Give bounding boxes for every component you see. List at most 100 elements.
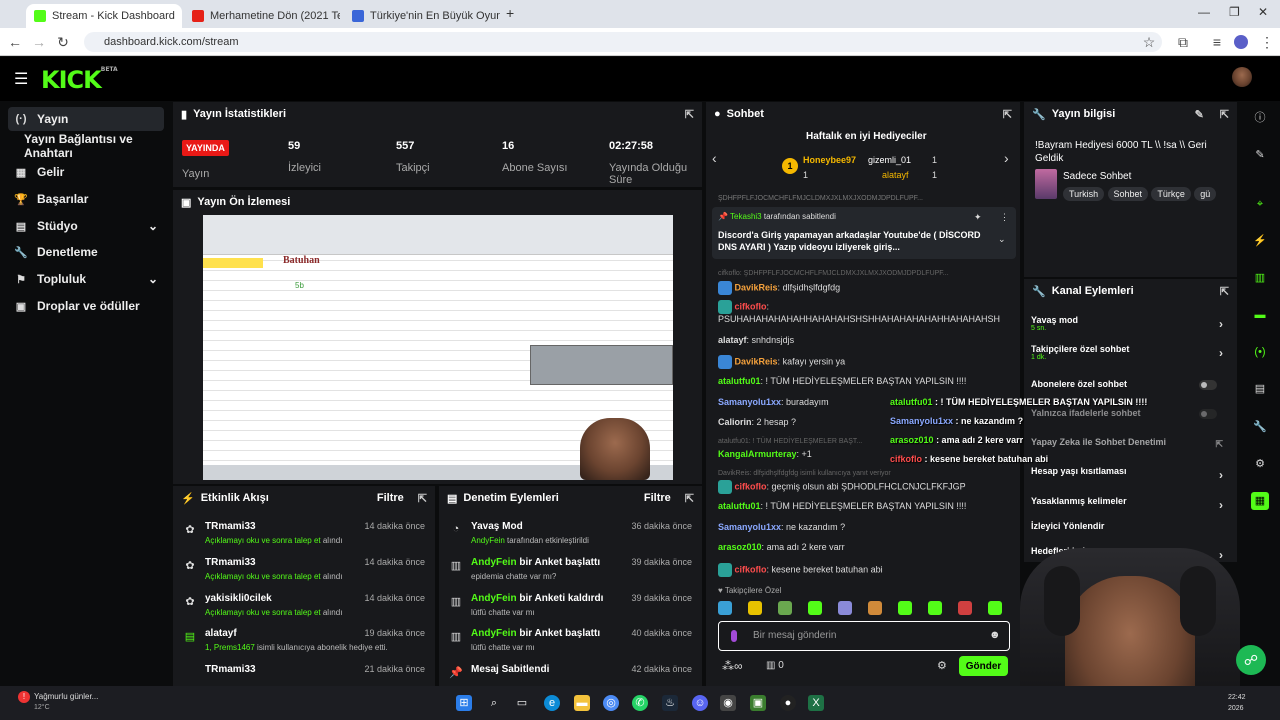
slow-mode-row[interactable]: Yavaş mod 5 sn. › (1031, 315, 1227, 337)
more-options-icon[interactable]: ⋮ (1000, 212, 1009, 223)
gear-icon[interactable]: ⚙ (1251, 455, 1269, 473)
emote-icon[interactable] (898, 601, 912, 615)
popout-icon[interactable]: ⇱ (418, 492, 427, 505)
file-explorer-icon[interactable]: ▬ (574, 695, 590, 711)
emote-icon[interactable] (778, 601, 792, 615)
gifter-name[interactable]: gizemli_01 (868, 155, 911, 165)
chat-username[interactable]: DavikReis (735, 356, 778, 366)
tag[interactable]: Sohbet (1107, 187, 1149, 201)
chat-username[interactable]: atalutfu01 (718, 376, 761, 386)
subscribers-only-row[interactable]: Abonelere özel sohbet (1031, 379, 1227, 393)
sidebar-item-studio[interactable]: ▤ Stüdyo ⌄ (8, 214, 164, 238)
start-menu-icon[interactable]: ⊞ (456, 695, 472, 711)
discord-icon[interactable]: ☺ (692, 695, 708, 711)
subscribers-only-toggle[interactable] (1199, 380, 1217, 390)
layout-icon[interactable]: ▤ (1251, 380, 1269, 398)
emote-icon[interactable] (718, 601, 732, 615)
filter-button[interactable]: Filtre (644, 492, 671, 504)
chat-username[interactable]: Samanyolu1xx (718, 522, 781, 532)
banned-words-row[interactable]: Yasaklanmış kelimeler › (1031, 496, 1227, 512)
close-window-button[interactable]: ✕ (1258, 5, 1268, 19)
add-widget-icon[interactable]: ▦ (1251, 492, 1269, 510)
sidebar-item-stream-key[interactable]: Yayın Bağlantısı ve Anahtarı (18, 132, 170, 160)
chat-input-box[interactable]: Bir mesaj gönderin ☻ (718, 621, 1010, 651)
chat-username[interactable]: KangalArmurteray (718, 449, 797, 459)
popout-icon[interactable]: ⇱ (685, 492, 694, 505)
steam-icon[interactable]: ♨ (662, 695, 678, 711)
back-icon[interactable]: ← (6, 34, 24, 50)
broadcast-icon[interactable]: (•) (1251, 343, 1269, 361)
chat-username[interactable]: cifkoflo (735, 481, 767, 491)
profile-avatar[interactable] (1234, 35, 1248, 49)
chevron-left-icon[interactable]: ‹ (712, 150, 717, 166)
points-display[interactable]: ▥ 0 (766, 660, 784, 671)
emote-icon[interactable] (808, 601, 822, 615)
bookmark-star-icon[interactable]: ☆ (1140, 34, 1158, 51)
sidebar-item-community[interactable]: ⚑ Topluluk ⌄ (8, 267, 164, 291)
task-view-icon[interactable]: ▭ (514, 695, 530, 711)
emote-icon[interactable] (958, 601, 972, 615)
clip-icon[interactable]: ⌖ (1251, 195, 1269, 213)
whatsapp-icon[interactable]: ✆ (632, 695, 648, 711)
lightning-icon[interactable]: ⚡ (1251, 232, 1269, 250)
minecraft-icon[interactable]: ▣ (750, 695, 766, 711)
sidebar-item-stream[interactable]: (·) Yayın (8, 107, 164, 131)
gifter-name[interactable]: Honeybee97 (803, 155, 856, 165)
chat-username[interactable]: Caliorin (718, 417, 752, 427)
browser-tab[interactable]: Merhametine Dön (2021 Te ✕ (184, 4, 340, 28)
chrome-icon[interactable]: ◎ (603, 695, 619, 711)
chat-username[interactable]: arasoz010 (718, 542, 762, 552)
popout-icon[interactable]: ⇱ (685, 108, 694, 121)
obs-icon[interactable]: ◉ (720, 695, 736, 711)
reload-icon[interactable]: ↻ (54, 34, 72, 51)
chat-username[interactable]: cifkoflo (735, 301, 767, 311)
browser-tab-active[interactable]: Stream - Kick Dashboard ✕ (26, 4, 182, 28)
chat-username[interactable]: atalutfu01 (718, 501, 761, 511)
app-icon[interactable]: ● (780, 695, 796, 711)
emote-icon[interactable] (928, 601, 942, 615)
forward-icon[interactable]: → (30, 34, 48, 50)
extensions-icon[interactable]: ⧉ (1174, 34, 1192, 51)
category-name[interactable]: Sadece Sohbet (1063, 171, 1131, 182)
poll-icon[interactable]: ▥ (1251, 269, 1269, 287)
emoji-picker-icon[interactable]: ☻ (989, 629, 1001, 641)
rewards-icon[interactable]: ⁂∞ (722, 659, 743, 673)
sidebar-item-revenue[interactable]: ▦ Gelir (8, 160, 164, 184)
chevron-right-icon[interactable]: › (1004, 150, 1009, 166)
microphone-icon[interactable] (731, 630, 737, 642)
browser-menu-icon[interactable]: ⋮ (1258, 34, 1276, 51)
pinned-message[interactable]: 📌 Tekashi3 tarafından sabitlendi Discord… (712, 207, 1016, 259)
emote-icon[interactable] (748, 601, 762, 615)
weather-icon[interactable]: ! (18, 691, 30, 703)
emote-icon[interactable] (868, 601, 882, 615)
chat-username[interactable]: Samanyolu1xx (718, 397, 781, 407)
pencil-icon[interactable]: ✎ (1251, 146, 1269, 164)
reading-list-icon[interactable]: ≡ (1208, 34, 1226, 50)
edge-icon[interactable]: e (544, 695, 560, 711)
gifter-name[interactable]: alatayf (882, 170, 909, 180)
followers-only-row[interactable]: Takipçilere özel sohbet 1 dk. › (1031, 344, 1227, 366)
sidebar-item-drops[interactable]: ▣ Droplar ve ödüller (8, 294, 164, 318)
tag[interactable]: Türkçe (1151, 187, 1191, 201)
new-tab-button[interactable]: + (506, 5, 514, 21)
maximize-button[interactable]: ❐ (1229, 5, 1240, 19)
tag[interactable]: Turkish (1063, 187, 1105, 201)
popout-icon[interactable]: ⇱ (1220, 285, 1229, 298)
close-tab-icon[interactable]: ✕ (181, 9, 182, 23)
emote-icon[interactable] (988, 601, 1002, 615)
tag[interactable]: gü (1194, 187, 1217, 201)
popout-icon[interactable]: ⇱ (1003, 108, 1012, 121)
sidebar-item-achievements[interactable]: 🏆 Başarılar (8, 187, 164, 211)
search-icon[interactable]: ⌕ (486, 695, 502, 711)
kick-logo[interactable]: KICKBETA (41, 66, 118, 94)
chat-username[interactable]: DavikReis (735, 282, 778, 292)
info-icon[interactable]: ⓘ (1251, 109, 1269, 127)
filter-button[interactable]: Filtre (377, 492, 404, 504)
chat-settings-gear-icon[interactable]: ⚙ (937, 659, 947, 672)
user-avatar[interactable] (1232, 67, 1252, 87)
weather-text[interactable]: Yağmurlu günler... (34, 692, 98, 701)
url-field[interactable]: dashboard.kick.com/stream (84, 32, 1162, 52)
stream-preview-video[interactable]: Batuhan 5b (203, 215, 673, 480)
excel-icon[interactable]: X (808, 695, 824, 711)
browser-tab[interactable]: Türkiye'nin En Büyük Oyuncu D ✕ (344, 4, 500, 28)
